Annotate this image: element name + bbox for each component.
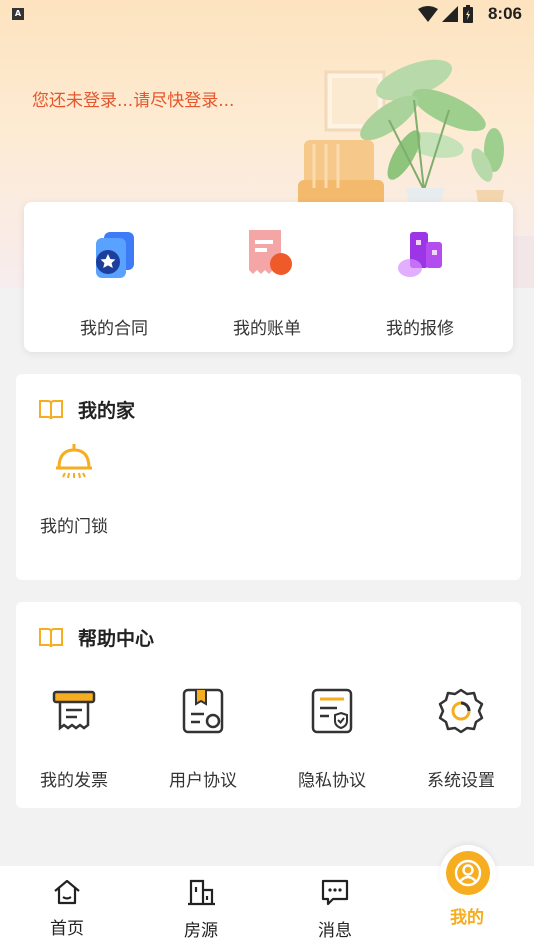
status-icons: [418, 5, 474, 23]
quick-action-label: 我的合同: [80, 319, 148, 339]
section-header: 帮助中心: [38, 624, 154, 651]
nav-label: 消息: [318, 921, 352, 941]
door-lock-icon: [56, 444, 92, 479]
help-item-system-settings[interactable]: 系统设置: [407, 686, 515, 791]
help-item-user-agreement[interactable]: 用户协议: [149, 686, 257, 791]
nav-item-listings[interactable]: 房源: [134, 866, 268, 950]
my-home-item-door-lock[interactable]: 我的门锁: [34, 440, 114, 537]
building-icon: [188, 879, 215, 906]
help-item-privacy-policy[interactable]: 隐私协议: [278, 686, 386, 791]
nav-label: 首页: [50, 919, 84, 939]
help-item-invoice[interactable]: 我的发票: [20, 686, 128, 791]
user-agreement-icon: [182, 688, 224, 734]
section-title: 我的家: [78, 400, 136, 422]
status-time: 8:06: [487, 4, 522, 23]
signal-icon: [442, 6, 458, 22]
bill-icon: [249, 230, 292, 275]
quick-action-contract[interactable]: 我的合同: [49, 226, 179, 339]
repair-icon: [398, 232, 442, 277]
status-bar: A 8:06: [0, 0, 534, 28]
help-center-section: 帮助中心 我的发票 用户协议 隐私协议 系统设置: [16, 602, 521, 808]
quick-action-repair[interactable]: 我的报修: [355, 226, 485, 339]
nav-active-indicator[interactable]: [446, 851, 490, 895]
quick-action-label: 我的报修: [386, 319, 454, 339]
home-icon: [54, 879, 80, 905]
login-prompt[interactable]: 您还未登录...请尽快登录...: [32, 86, 234, 111]
invoice-icon: [52, 690, 96, 731]
privacy-policy-icon: [311, 688, 353, 734]
grid-item-label: 我的发票: [40, 771, 108, 791]
my-home-section: 我的家 我的门锁: [16, 374, 521, 580]
grid-item-label: 用户协议: [169, 771, 237, 791]
notification-badge: A: [12, 8, 24, 20]
book-icon: [39, 399, 63, 419]
nav-item-home[interactable]: 首页: [0, 866, 134, 950]
book-icon: [39, 627, 63, 647]
quick-action-bill[interactable]: 我的账单: [202, 226, 332, 339]
grid-item-label: 系统设置: [427, 771, 495, 791]
grid-item-label: 我的门锁: [40, 517, 108, 537]
message-icon: [321, 879, 349, 906]
section-title: 帮助中心: [78, 628, 155, 650]
battery-icon: [463, 5, 473, 23]
nav-item-messages[interactable]: 消息: [268, 866, 402, 950]
wifi-icon: [418, 6, 438, 22]
quick-action-label: 我的账单: [233, 319, 301, 339]
section-header: 我的家: [38, 396, 135, 423]
nav-label: 房源: [184, 921, 218, 941]
profile-icon: [454, 859, 482, 887]
grid-item-label: 隐私协议: [298, 771, 366, 791]
quick-actions-card: 我的合同 我的账单 我的报修: [24, 202, 513, 352]
settings-icon: [438, 688, 484, 734]
contract-icon: [96, 232, 134, 278]
nav-label: 我的: [450, 908, 484, 928]
